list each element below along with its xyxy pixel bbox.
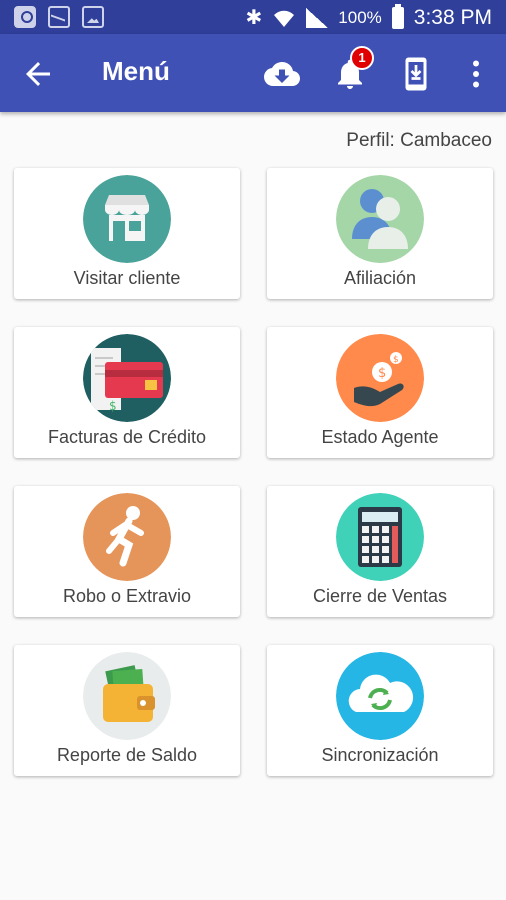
money-hand-icon: $ $ <box>336 334 424 422</box>
arrow-left-icon <box>26 62 50 86</box>
users-icon <box>336 175 424 263</box>
menu-card-label: Cierre de Ventas <box>312 586 448 606</box>
notifications-button[interactable]: 1 <box>330 46 374 94</box>
wallet-icon <box>83 652 171 740</box>
app-bar: Menú 1 <box>0 34 506 112</box>
profile-label: Perfil: Cambaceo <box>346 130 492 151</box>
signal-icon <box>306 7 329 28</box>
image-icon <box>82 6 104 28</box>
back-button[interactable] <box>20 56 56 92</box>
cloud-sync-icon <box>336 652 424 740</box>
menu-card-label: Robo o Extravio <box>62 586 192 606</box>
clock: 3:38 PM <box>413 5 492 29</box>
menu-card-label: Afiliación <box>343 268 417 288</box>
battery-icon <box>391 3 404 29</box>
running-man-icon <box>83 493 171 581</box>
menu-card-label: Reporte de Saldo <box>56 745 198 765</box>
app-notification-icon <box>14 6 36 28</box>
svg-text:$: $ <box>378 366 386 381</box>
menu-card-sincronizacion[interactable]: Sincronización <box>267 645 493 776</box>
menu-card-visitar-cliente[interactable]: Visitar cliente <box>14 168 240 299</box>
menu-card-label: Facturas de Crédito <box>47 427 207 447</box>
phone-download-icon <box>405 57 427 91</box>
svg-text:$: $ <box>109 399 117 413</box>
menu-card-label: Estado Agente <box>321 427 439 447</box>
calculator-icon <box>336 493 424 581</box>
cloud-download-button[interactable] <box>262 54 302 94</box>
menu-card-estado-agente[interactable]: $ $ Estado Agente <box>267 327 493 458</box>
battery-percent: 100% <box>338 7 382 27</box>
credit-card-icon: $ <box>83 334 171 422</box>
menu-card-reporte-de-saldo[interactable]: Reporte de Saldo <box>14 645 240 776</box>
menu-card-robo-o-extravio[interactable]: Robo o Extravio <box>14 486 240 617</box>
svg-text:$: $ <box>393 355 399 365</box>
overflow-menu-button[interactable] <box>456 54 496 94</box>
menu-card-facturas-de-credito[interactable]: $ Facturas de Crédito <box>14 327 240 458</box>
menu-card-cierre-de-ventas[interactable]: Cierre de Ventas <box>267 486 493 617</box>
menu-card-afiliacion[interactable]: Afiliación <box>267 168 493 299</box>
device-download-button[interactable] <box>396 54 436 94</box>
page-title: Menú <box>102 56 170 86</box>
bluetooth-icon: ✱ <box>245 7 263 29</box>
notification-badge: 1 <box>350 46 374 70</box>
status-bar: ✱ 100% 3:38 PM <box>0 0 506 34</box>
more-vert-icon <box>473 60 479 88</box>
menu-card-label: Visitar cliente <box>73 268 181 288</box>
store-icon <box>83 175 171 263</box>
mail-icon <box>48 6 70 28</box>
cloud-download-icon <box>264 62 300 86</box>
menu-card-label: Sincronización <box>321 745 439 765</box>
wifi-icon <box>274 10 295 27</box>
